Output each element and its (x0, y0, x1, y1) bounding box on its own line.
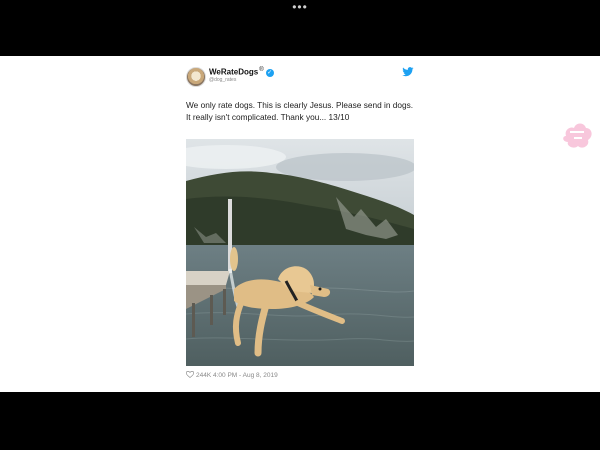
tweet-time[interactable]: 4:00 PM (213, 372, 237, 379)
top-black-bar: ••• (0, 0, 600, 56)
meta-separator: - (239, 372, 242, 379)
bottom-black-bar (0, 392, 600, 450)
tweet-photo[interactable] (186, 139, 414, 366)
verified-icon: ✓ (265, 68, 274, 77)
like-count[interactable]: 244K (196, 372, 211, 379)
author-handle[interactable]: @dog_rates (209, 77, 236, 83)
tweet-text: We only rate dogs. This is clearly Jesus… (186, 100, 414, 122)
logo-watermark-icon (563, 123, 592, 148)
more-options-icon[interactable]: ••• (288, 1, 312, 13)
heart-icon[interactable] (186, 371, 194, 378)
content-stage: WeRateDogs® ✓ @dog_rates We only rate dog… (0, 56, 600, 392)
avatar[interactable] (186, 67, 206, 87)
tweet-card: WeRateDogs® ✓ @dog_rates We only rate dog… (176, 56, 424, 392)
twitter-bird-icon[interactable] (402, 67, 414, 77)
author-name-text: WeRateDogs (209, 67, 259, 77)
tweet-meta: 244K 4:00 PM - Aug 8, 2019 (186, 371, 278, 379)
tweet-date[interactable]: Aug 8, 2019 (243, 372, 278, 379)
author-name[interactable]: WeRateDogs® ✓ (209, 67, 274, 77)
registered-mark: ® (259, 67, 264, 73)
dog-jumping-photo (186, 139, 414, 366)
